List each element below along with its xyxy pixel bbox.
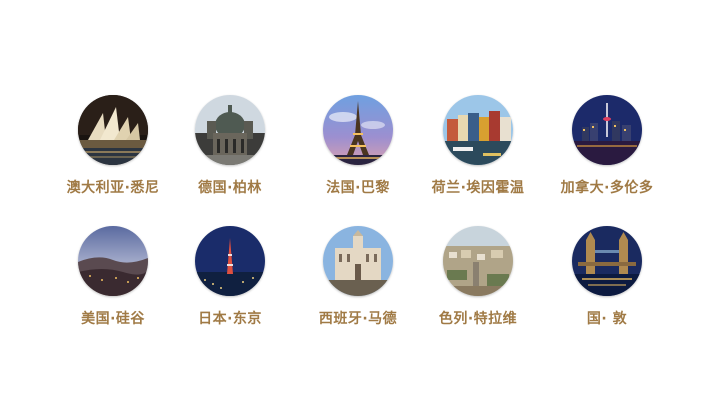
city-card-toronto[interactable]: 加拿大·多伦多 <box>542 95 672 197</box>
city-card-madrid[interactable]: 西班牙·马德 <box>293 226 423 328</box>
city-card-london[interactable]: 国· 敦 <box>542 226 672 328</box>
city-label: 澳大利亚·悉尼 <box>66 180 160 196</box>
silicon-valley-photo <box>78 226 148 296</box>
city-label: 德国·柏林 <box>198 180 262 196</box>
tel-aviv-photo <box>443 226 513 296</box>
paris-photo <box>323 95 393 165</box>
city-grid: 澳大利亚·悉尼 德国·柏林 法国·巴黎 荷兰·埃因霍温 加拿大·多伦多 美国·硅… <box>0 0 720 404</box>
toronto-photo <box>572 95 642 165</box>
city-label: 国· 敦 <box>586 311 628 327</box>
city-label: 法国·巴黎 <box>326 180 390 196</box>
city-label: 美国·硅谷 <box>81 311 145 327</box>
london-photo <box>572 226 642 296</box>
berlin-photo <box>195 95 265 165</box>
city-card-eindhoven[interactable]: 荷兰·埃因霍温 <box>413 95 543 197</box>
city-card-tel-aviv[interactable]: 色列·特拉维 <box>413 226 543 328</box>
city-card-sydney[interactable]: 澳大利亚·悉尼 <box>48 95 178 197</box>
eindhoven-photo <box>443 95 513 165</box>
city-label: 加拿大·多伦多 <box>560 180 654 196</box>
city-label: 荷兰·埃因霍温 <box>431 180 525 196</box>
sydney-photo <box>78 95 148 165</box>
city-label: 色列·特拉维 <box>438 311 518 327</box>
city-card-silicon-valley[interactable]: 美国·硅谷 <box>48 226 178 328</box>
city-card-paris[interactable]: 法国·巴黎 <box>293 95 423 197</box>
city-label: 日本·东京 <box>198 311 262 327</box>
city-label: 西班牙·马德 <box>318 311 398 327</box>
city-card-tokyo[interactable]: 日本·东京 <box>165 226 295 328</box>
madrid-photo <box>323 226 393 296</box>
tokyo-photo <box>195 226 265 296</box>
city-card-berlin[interactable]: 德国·柏林 <box>165 95 295 197</box>
